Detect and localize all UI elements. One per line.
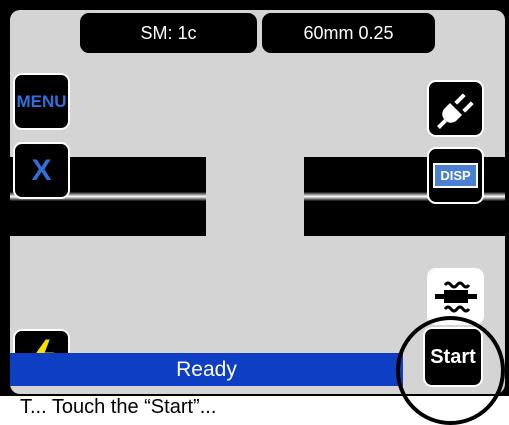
- cancel-button[interactable]: X: [13, 142, 70, 199]
- fiber-mode-display[interactable]: SM: 1c: [80, 13, 257, 53]
- display-button[interactable]: DISP: [427, 147, 484, 204]
- cleave-setting-display[interactable]: 60mm 0.25: [262, 13, 435, 53]
- display-button-label: DISP: [433, 163, 478, 188]
- start-highlight-circle: [396, 316, 505, 425]
- cancel-button-label: X: [31, 153, 52, 187]
- menu-button-label: MENU: [16, 91, 67, 111]
- status-bar: Ready: [10, 353, 403, 386]
- heater-icon: [434, 281, 477, 312]
- power-button[interactable]: [427, 80, 484, 137]
- caption-text: T... Touch the “Start”...: [20, 396, 217, 418]
- status-text: Ready: [176, 357, 237, 381]
- plug-icon: [436, 92, 474, 129]
- menu-button[interactable]: MENU: [13, 73, 70, 130]
